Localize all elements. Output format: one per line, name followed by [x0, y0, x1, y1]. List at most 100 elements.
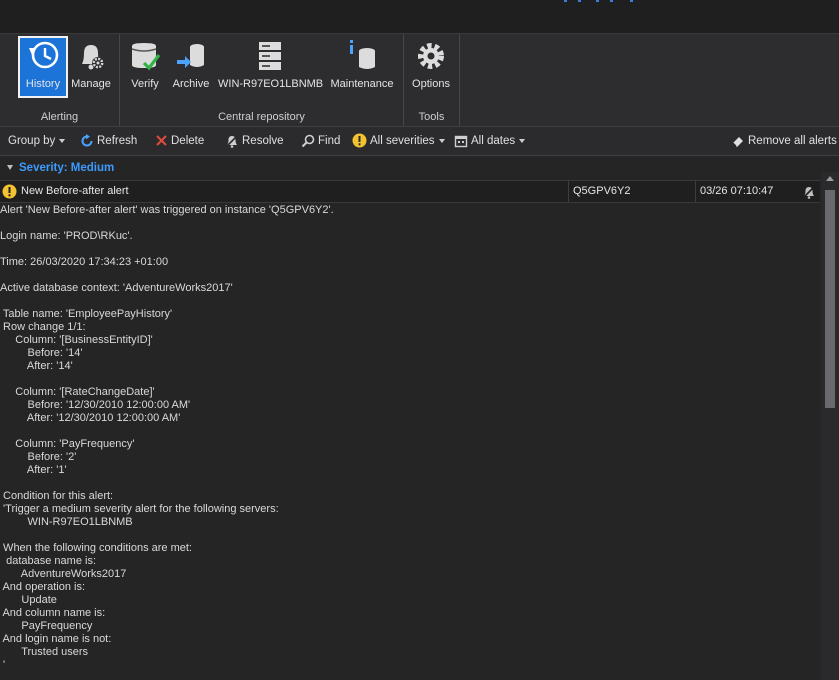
options-button[interactable]: Options [408, 36, 454, 98]
search-icon [301, 134, 315, 148]
detail-line: Time: 26/03/2020 17:34:23 +01:00 [0, 256, 169, 268]
title-bar [0, 0, 839, 34]
ribbon-group-tools: Options Tools [404, 34, 460, 126]
history-button[interactable]: History [18, 36, 68, 98]
detail-line: ' [0, 659, 6, 671]
detail-line: Login name: 'PROD\RKuc'. [0, 230, 133, 242]
detail-line: Column: 'PayFrequency' [0, 438, 135, 450]
delete-button[interactable]: Delete [155, 127, 204, 155]
severities-dropdown[interactable]: All severities [352, 127, 445, 155]
manage-button[interactable]: Manage [68, 36, 114, 98]
group-by-dropdown[interactable]: Group by [8, 127, 66, 155]
eraser-icon [732, 136, 743, 147]
history-button-label: History [25, 78, 61, 90]
scroll-up-arrow-icon[interactable] [826, 176, 834, 181]
detail-line: After: '1' [0, 464, 67, 476]
scrollbar-thumb[interactable] [825, 190, 835, 408]
detail-line: Before: '14' [0, 347, 83, 359]
severities-label: All severities [370, 135, 435, 147]
server-icon [253, 39, 287, 73]
maintenance-button-label: Maintenance [330, 78, 394, 90]
verify-server-icon [128, 39, 162, 73]
detail-line: Active database context: 'AdventureWorks… [0, 282, 233, 294]
archive-button-label: Archive [172, 78, 210, 90]
history-icon [26, 39, 60, 73]
detail-line: Condition for this alert: [0, 490, 114, 502]
title-bar-decoration [556, 0, 636, 3]
detail-line: Row change 1/1: [0, 321, 86, 333]
archive-database-icon [174, 39, 208, 73]
column-divider [695, 181, 696, 202]
ribbon-group-alerting: History Manage Alerting [0, 34, 120, 126]
verify-button-label: Verify [131, 78, 159, 90]
detail-line: And column name is: [0, 607, 106, 619]
group-by-label: Group by [8, 135, 56, 147]
remove-all-alerts-label: Remove all alerts [748, 135, 837, 147]
refresh-label: Refresh [97, 135, 138, 147]
detail-line: Update [0, 594, 57, 606]
ribbon-group-label-central-repository: Central repository [218, 111, 305, 123]
maintenance-button[interactable]: Maintenance [326, 36, 398, 98]
chevron-down-icon [519, 138, 526, 143]
delete-label: Delete [171, 135, 205, 147]
detail-line: Before: '12/30/2010 12:00:00 AM' [0, 399, 191, 411]
ribbon-group-central-repository: Verify Archive WIN-R97EO1LBNMB Maintenan… [120, 34, 404, 126]
dates-label: All dates [471, 135, 516, 147]
remove-all-alerts-button[interactable]: Remove all alerts [731, 127, 837, 155]
detail-line: Column: '[BusinessEntityID]' [0, 334, 153, 346]
detail-line: WIN-R97EO1LBNMB [0, 516, 133, 528]
detail-line: Column: '[RateChangeDate]' [0, 386, 155, 398]
alert-time: 03/26 07:10:47 [700, 185, 774, 197]
gear-icon [414, 39, 448, 73]
detail-line: Before: '2' [0, 451, 77, 463]
resolve-bell-icon[interactable] [802, 185, 816, 199]
warning-icon [352, 133, 367, 148]
detail-line: 'Trigger a medium severity alert for the… [0, 503, 279, 515]
refresh-icon [81, 133, 93, 147]
dates-dropdown[interactable]: All dates [454, 127, 526, 155]
detail-line: Trusted users [0, 646, 89, 658]
find-button[interactable]: Find [301, 127, 340, 155]
collapse-triangle-icon[interactable] [7, 165, 13, 171]
options-button-label: Options [412, 78, 450, 90]
verify-button[interactable]: Verify [124, 36, 166, 98]
alert-name: New Before-after alert [21, 185, 129, 197]
detail-line: AdventureWorks2017 [0, 568, 127, 580]
vertical-scrollbar[interactable] [821, 172, 839, 680]
resolve-bell-icon [225, 134, 239, 148]
alert-instance: Q5GPV6Y2 [573, 185, 631, 197]
ribbon: History Manage Alerting Verify Archive W… [0, 34, 839, 127]
ribbon-group-label-tools: Tools [418, 111, 445, 123]
detail-line: PayFrequency [0, 620, 93, 632]
column-divider [568, 181, 569, 202]
warning-icon [2, 184, 17, 199]
resolve-label: Resolve [242, 135, 284, 147]
detail-line: After: '12/30/2010 12:00:00 AM' [0, 412, 181, 424]
chevron-down-icon [438, 138, 445, 143]
detail-line: And login name is not: [0, 633, 112, 645]
manage-button-label: Manage [71, 78, 111, 90]
refresh-button[interactable]: Refresh [80, 127, 137, 155]
maintenance-database-icon [345, 39, 379, 73]
detail-line: Alert 'New Before-after alert' was trigg… [0, 204, 334, 216]
find-label: Find [318, 135, 341, 147]
chevron-down-icon [59, 138, 66, 143]
server-button-label: WIN-R97EO1LBNMB [218, 78, 324, 90]
alert-row[interactable]: New Before-after alert Q5GPV6Y2 03/26 07… [0, 181, 820, 203]
detail-line: Table name: 'EmployeePayHistory' [0, 308, 173, 320]
alert-details: Alert 'New Before-after alert' was trigg… [0, 204, 818, 680]
ribbon-group-label-alerting: Alerting [40, 111, 79, 123]
delete-icon [156, 135, 167, 147]
detail-line: After: '14' [0, 360, 73, 372]
severity-group-header[interactable]: Severity: Medium [0, 156, 820, 181]
alerts-toolbar: Group by Refresh Delete Resolve Find All… [0, 127, 839, 156]
detail-line: database name is: [0, 555, 97, 567]
archive-button[interactable]: Archive [168, 36, 214, 98]
resolve-button[interactable]: Resolve [225, 127, 284, 155]
server-button[interactable]: WIN-R97EO1LBNMB [218, 36, 324, 98]
detail-line: And operation is: [0, 581, 86, 593]
manage-alert-icon [74, 39, 108, 73]
severity-group-title: Severity: Medium [19, 162, 115, 174]
calendar-icon [454, 135, 468, 148]
detail-line: When the following conditions are met: [0, 542, 192, 554]
